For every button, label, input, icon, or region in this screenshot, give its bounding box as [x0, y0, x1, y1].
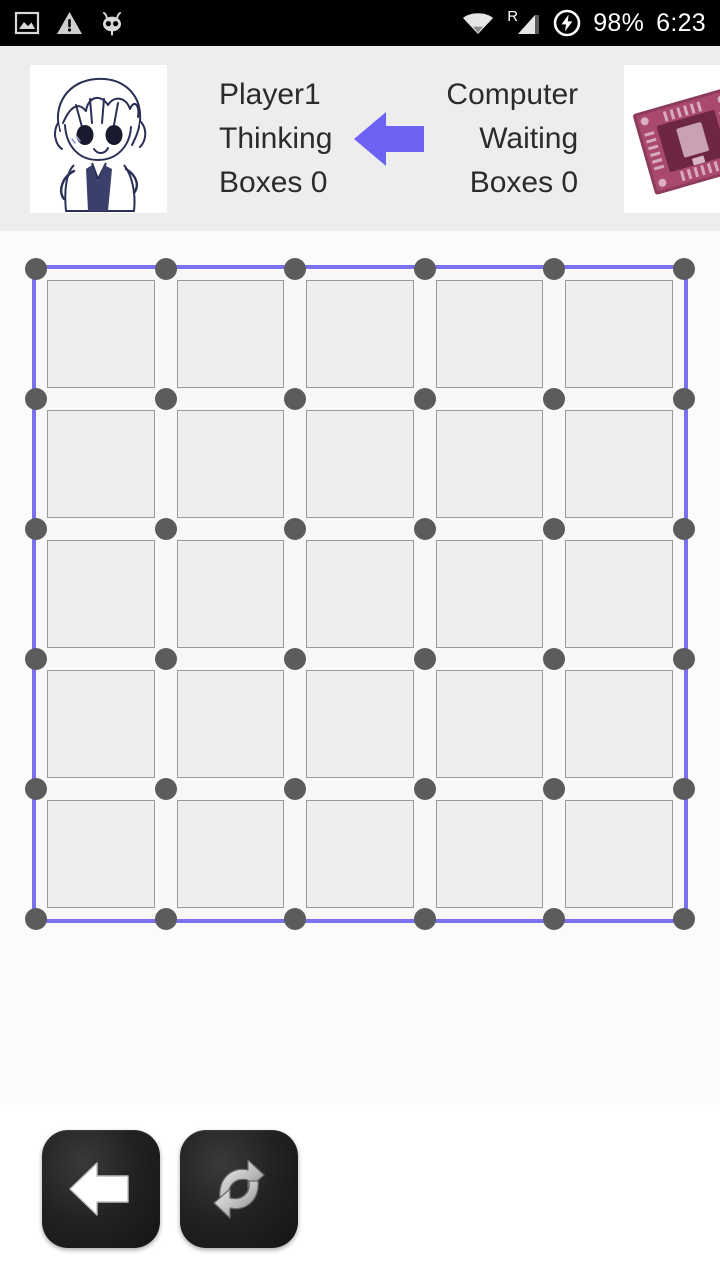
board-dot: [25, 258, 47, 280]
board-dot: [543, 388, 566, 410]
back-button[interactable]: [42, 1130, 160, 1248]
players-header: Player1 Thinking Boxes 0 Computer Waitin…: [0, 46, 720, 231]
board-cell[interactable]: [435, 280, 544, 388]
board-cell[interactable]: [435, 670, 544, 778]
board-dot: [673, 908, 695, 930]
board-dot: [154, 258, 177, 280]
board-dot: [25, 648, 47, 670]
cyanogenmod-robot-icon: [103, 11, 121, 35]
board-dot: [154, 518, 177, 540]
status-bar-left-icons: [14, 10, 125, 37]
board-cell[interactable]: [47, 410, 155, 518]
avatar: [30, 64, 167, 213]
battery-percent-label: 98%: [593, 8, 645, 37]
board-cell[interactable]: [435, 410, 544, 518]
board-cell[interactable]: [47, 280, 155, 388]
board-cell[interactable]: [47, 800, 155, 908]
board-dot: [543, 908, 566, 930]
game-screen: R 98% 6:23 Player1 Thinking Boxes 0 Comp…: [0, 0, 720, 1280]
board-dot: [284, 648, 307, 670]
board-dot: [154, 648, 177, 670]
controls-pane: [0, 1105, 720, 1280]
board-dot: [413, 648, 436, 670]
cpu-chip-avatar: [624, 64, 720, 213]
board-dot: [154, 778, 177, 800]
board-dot: [284, 518, 307, 540]
board-cell[interactable]: [435, 800, 544, 908]
board-dot: [413, 388, 436, 410]
right-player-info: Computer Waiting Boxes 0: [428, 77, 624, 199]
board-cell[interactable]: [176, 410, 285, 518]
wifi-icon: [463, 13, 494, 34]
board-grid[interactable]: [25, 258, 695, 930]
anime-boy-avatar: [30, 64, 167, 213]
warning-triangle-icon: [57, 12, 82, 34]
board-dot: [673, 518, 695, 540]
board-dot: [543, 258, 566, 280]
right-player-name: Computer: [446, 77, 579, 111]
screenshot-image-icon: [14, 11, 40, 35]
board-cell[interactable]: [176, 280, 285, 388]
board-cell[interactable]: [306, 670, 414, 778]
roaming-signal-icon: R: [507, 9, 541, 36]
board-cell[interactable]: [306, 540, 414, 648]
board-dot: [25, 778, 47, 800]
board-dot: [673, 778, 695, 800]
board-dot: [413, 518, 436, 540]
control-button-row: [42, 1130, 298, 1248]
board-dot: [543, 518, 566, 540]
board-dot: [673, 648, 695, 670]
board-cell[interactable]: [47, 540, 155, 648]
board-cell[interactable]: [176, 800, 285, 908]
board-dot: [413, 258, 436, 280]
board-dot: [25, 388, 47, 410]
board-dot: [673, 258, 695, 280]
board-cell[interactable]: [176, 670, 285, 778]
left-player-name: Player1: [219, 77, 321, 111]
avatar: [624, 64, 720, 213]
status-bar: R 98% 6:23: [0, 0, 720, 46]
board-dot: [413, 908, 436, 930]
left-player-boxes: Boxes 0: [219, 165, 328, 199]
board-dot: [154, 908, 177, 930]
board-cell[interactable]: [306, 410, 414, 518]
board-dot: [673, 388, 695, 410]
board-cell[interactable]: [306, 280, 414, 388]
board-cell[interactable]: [565, 410, 673, 518]
board-cell[interactable]: [565, 670, 673, 778]
left-player-info: Player1 Thinking Boxes 0: [167, 77, 350, 199]
board-cell[interactable]: [47, 670, 155, 778]
board-dot: [25, 518, 47, 540]
restart-refresh-icon: [213, 1159, 265, 1219]
status-bar-right-icons: R 98% 6:23: [461, 9, 706, 37]
board-dot: [284, 778, 307, 800]
back-arrow-icon: [69, 1162, 129, 1216]
board-dot: [284, 258, 307, 280]
left-arrow-icon: [354, 111, 425, 166]
board-dot: [154, 388, 177, 410]
charging-battery-icon: [553, 9, 581, 37]
board-cell[interactable]: [565, 280, 673, 388]
restart-button[interactable]: [180, 1130, 298, 1248]
right-player-status: Waiting: [479, 121, 579, 155]
turn-indicator-arrow: [350, 108, 428, 170]
board-cell[interactable]: [565, 800, 673, 908]
board-cell[interactable]: [565, 540, 673, 648]
board-dot: [543, 778, 566, 800]
board-dot: [25, 908, 47, 930]
board-dot: [284, 388, 307, 410]
board-dot: [543, 648, 566, 670]
board-cell[interactable]: [306, 800, 414, 908]
left-player-status: Thinking: [219, 121, 333, 155]
right-player-boxes: Boxes 0: [469, 165, 579, 199]
dots-and-boxes-board[interactable]: [25, 258, 695, 930]
board-cell[interactable]: [435, 540, 544, 648]
board-dot: [413, 778, 436, 800]
board-cell[interactable]: [176, 540, 285, 648]
board-dot: [284, 908, 307, 930]
clock-label: 6:23: [656, 8, 706, 37]
